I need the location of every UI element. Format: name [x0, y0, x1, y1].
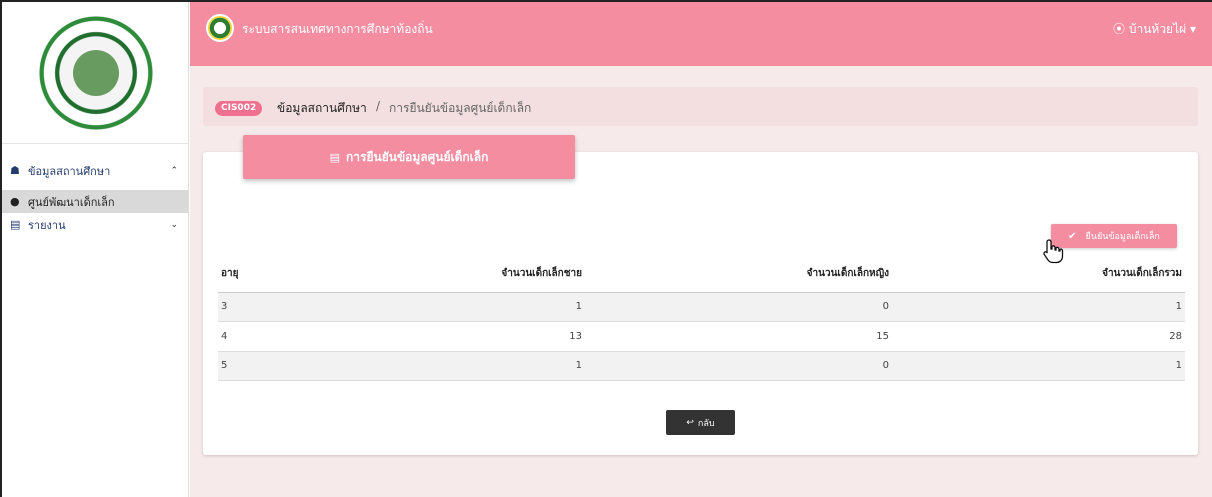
- file-icon: ▤: [10, 218, 21, 231]
- cell-age: 5: [218, 351, 298, 381]
- page-code-badge: CIS002: [215, 101, 263, 116]
- column-header-girls[interactable]: จำนวนเด็กเล็กหญิง: [585, 255, 892, 293]
- graduation-cap-icon: ☗: [10, 164, 20, 177]
- department-logo: [34, 11, 157, 134]
- cell-girls: 15: [585, 321, 892, 352]
- check-icon: ✔: [1068, 230, 1077, 242]
- cell-boys: 1: [298, 351, 585, 381]
- logo-area: [2, 2, 189, 144]
- cell-boys: 1: [298, 292, 585, 322]
- back-button[interactable]: ↩ กลับ: [666, 410, 735, 435]
- cell-total: 28: [892, 321, 1185, 352]
- column-header-total[interactable]: จำนวนเด็กเล็กรวม: [892, 255, 1185, 293]
- table-header-row: อายุ จำนวนเด็กเล็กชาย จำนวนเด็กเล็กหญิง …: [218, 255, 1185, 293]
- confirm-child-data-button[interactable]: ✔ ยืนยันข้อมูลเด็กเล็ก: [1051, 224, 1177, 248]
- cell-age: 3: [218, 292, 298, 322]
- confirm-button-label: ยืนยันข้อมูลเด็กเล็ก: [1085, 232, 1160, 242]
- sidebar-item-child-center[interactable]: ● ศูนย์พัฒนาเด็กเล็ก: [2, 190, 188, 213]
- cell-total: 1: [892, 351, 1185, 381]
- cell-boys: 13: [298, 321, 585, 352]
- sidebar-item-label: ข้อมูลสถานศึกษา: [28, 164, 111, 178]
- column-header-age[interactable]: อายุ: [218, 255, 298, 293]
- document-icon: ▤: [329, 150, 341, 164]
- back-arrow-icon: ↩: [686, 417, 694, 428]
- card-title: ▤ การยืนยันข้อมูลศูนย์เด็กเล็ก: [243, 135, 575, 179]
- chevron-up-icon: ⌃: [170, 165, 178, 176]
- cell-girls: 0: [585, 292, 892, 322]
- breadcrumb-current: การยืนยันข้อมูลศูนย์เด็กเล็ก: [389, 101, 532, 115]
- cell-age: 4: [218, 321, 298, 352]
- breadcrumb-separator: /: [376, 99, 381, 113]
- sidebar-item-label: รายงาน: [28, 218, 66, 232]
- sidebar-item-report[interactable]: ▤ รายงาน ⌄: [2, 213, 188, 236]
- breadcrumb-section[interactable]: ข้อมูลสถานศึกษา: [277, 99, 367, 118]
- user-menu[interactable]: ⦿ บ้านห้วยไผ่ ▾: [1113, 20, 1196, 39]
- top-bar: ระบบสารสนเทศทางการศึกษาท้องถิ่น ⦿ บ้านห้…: [190, 2, 1212, 66]
- table-row: 4 13 15 28: [218, 321, 1185, 352]
- sidebar-item-education[interactable]: ☗ ข้อมูลสถานศึกษา ⌃: [2, 159, 188, 182]
- chevron-down-icon: ⌄: [170, 219, 178, 230]
- brand-logo-icon: [206, 14, 234, 42]
- card-title-text: การยืนยันข้อมูลศูนย์เด็กเล็ก: [346, 149, 489, 164]
- dot-icon: ●: [10, 195, 20, 208]
- child-count-table: อายุ จำนวนเด็กเล็กชาย จำนวนเด็กเล็กหญิง …: [218, 255, 1185, 381]
- column-header-boys[interactable]: จำนวนเด็กเล็กชาย: [298, 255, 585, 293]
- breadcrumb: CIS002 ข้อมูลสถานศึกษา / การยืนยันข้อมูล…: [203, 87, 1198, 126]
- cell-total: 1: [892, 292, 1185, 322]
- sidebar-item-label: ศูนย์พัฒนาเด็กเล็ก: [28, 195, 115, 209]
- sidebar: ☗ ข้อมูลสถานศึกษา ⌃ ● ศูนย์พัฒนาเด็กเล็ก…: [2, 2, 189, 497]
- back-button-label: กลับ: [697, 418, 715, 429]
- table-row: 5 1 0 1: [218, 351, 1185, 381]
- app-title[interactable]: ระบบสารสนเทศทางการศึกษาท้องถิ่น: [242, 20, 433, 39]
- sidebar-nav: ☗ ข้อมูลสถานศึกษา ⌃ ● ศูนย์พัฒนาเด็กเล็ก…: [2, 159, 188, 236]
- table-row: 3 1 0 1: [218, 292, 1185, 322]
- cell-girls: 0: [585, 351, 892, 381]
